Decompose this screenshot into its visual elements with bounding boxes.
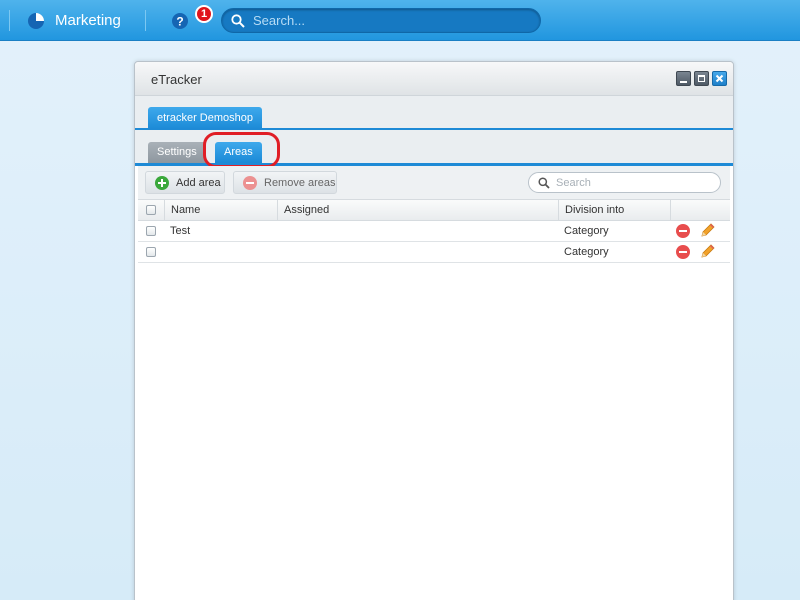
window-titlebar[interactable]: eTracker bbox=[135, 62, 733, 96]
add-area-button[interactable]: Add area bbox=[145, 171, 225, 194]
grid-toolbar: Add area Remove areas bbox=[138, 166, 730, 199]
shop-tab-bar: etracker Demoshop bbox=[135, 96, 733, 131]
cell-division: Category bbox=[564, 225, 609, 237]
remove-areas-button[interactable]: Remove areas bbox=[233, 171, 337, 194]
cell-assigned bbox=[277, 242, 283, 262]
search-icon bbox=[538, 177, 550, 189]
highlight-circle bbox=[203, 132, 280, 168]
table-row[interactable]: Test Category bbox=[138, 221, 730, 242]
areas-grid: Name Assigned Division into Test Categor… bbox=[138, 199, 730, 263]
grid-search-input[interactable] bbox=[556, 175, 711, 190]
add-area-label: Add area bbox=[176, 177, 221, 189]
cell-division: Category bbox=[564, 246, 609, 258]
close-button[interactable] bbox=[712, 71, 727, 86]
add-icon bbox=[155, 176, 169, 190]
etracker-window: eTracker etracker Demoshop Settings Area… bbox=[134, 61, 734, 600]
remove-icon bbox=[243, 176, 257, 190]
divider bbox=[145, 10, 146, 31]
column-division[interactable]: Division into bbox=[558, 200, 670, 220]
app-title[interactable]: Marketing bbox=[55, 12, 121, 29]
row-checkbox[interactable] bbox=[146, 226, 156, 236]
top-bar: Marketing ? 1 bbox=[0, 0, 800, 41]
divider bbox=[9, 10, 10, 31]
close-icon bbox=[715, 74, 724, 83]
grid-search[interactable] bbox=[528, 172, 721, 193]
tab-etracker-demoshop[interactable]: etracker Demoshop bbox=[148, 107, 262, 130]
notification-badge[interactable]: 1 bbox=[195, 5, 213, 23]
select-all-checkbox[interactable] bbox=[146, 205, 156, 215]
cell-assigned bbox=[277, 221, 283, 241]
minimize-button[interactable] bbox=[676, 71, 691, 86]
cell-name: Test bbox=[170, 225, 191, 237]
search-icon bbox=[231, 14, 245, 28]
remove-areas-label: Remove areas bbox=[264, 177, 336, 189]
delete-icon[interactable] bbox=[676, 245, 690, 259]
column-name[interactable]: Name bbox=[164, 200, 277, 220]
pie-chart-icon[interactable] bbox=[27, 12, 45, 30]
maximize-button[interactable] bbox=[694, 71, 709, 86]
pencil-icon[interactable] bbox=[698, 243, 716, 261]
delete-icon[interactable] bbox=[676, 224, 690, 238]
global-search[interactable] bbox=[221, 8, 541, 33]
row-checkbox[interactable] bbox=[146, 247, 156, 257]
grid-header: Name Assigned Division into bbox=[138, 199, 730, 221]
cell-name bbox=[164, 242, 170, 262]
help-icon[interactable]: ? bbox=[171, 12, 189, 30]
search-input[interactable] bbox=[253, 11, 533, 30]
column-actions bbox=[670, 200, 730, 220]
window-title: eTracker bbox=[151, 72, 202, 87]
column-assigned[interactable]: Assigned bbox=[277, 200, 558, 220]
minimize-icon bbox=[680, 81, 687, 83]
maximize-icon bbox=[698, 75, 705, 82]
svg-text:?: ? bbox=[176, 15, 183, 29]
pencil-icon[interactable] bbox=[698, 222, 716, 240]
table-row[interactable]: Category bbox=[138, 242, 730, 263]
tab-settings[interactable]: Settings bbox=[148, 142, 206, 163]
